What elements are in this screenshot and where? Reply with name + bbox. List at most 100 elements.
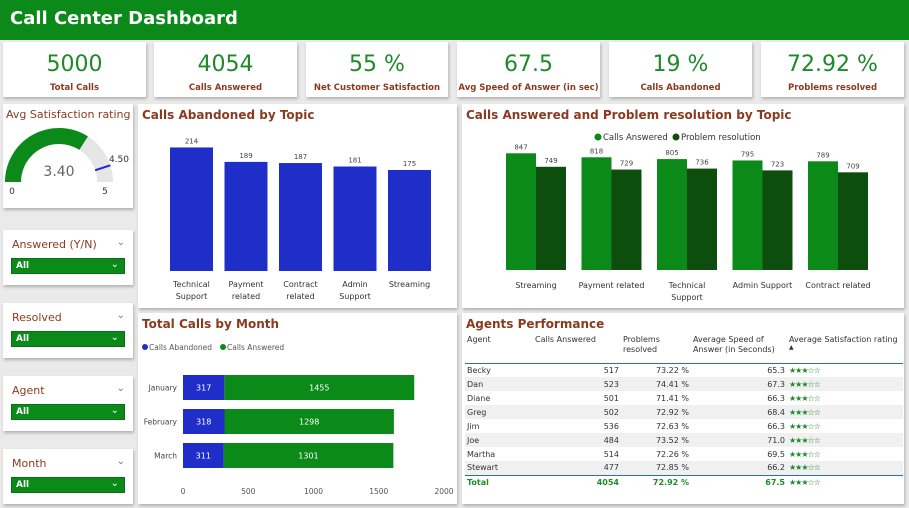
category-label: Support xyxy=(339,292,371,301)
table-row[interactable]: Stewart 477 72.85 % 66.2 ★★★☆☆ xyxy=(465,461,903,475)
agent-dropdown[interactable]: All ⌄ xyxy=(11,404,125,420)
category-label: Contract related xyxy=(805,281,870,290)
slicer-title: Resolved xyxy=(12,311,62,324)
chevron-down-icon: ⌄ xyxy=(110,332,119,343)
month-dropdown[interactable]: All ⌄ xyxy=(11,477,125,493)
slicer-title: Agent xyxy=(12,384,45,397)
column-header-speed[interactable]: Average Speed of Answer (in Seconds) xyxy=(691,335,787,363)
column-header-agent[interactable]: Agent xyxy=(465,335,533,363)
bar[interactable] xyxy=(808,161,838,270)
column-header-resolved[interactable]: Problems resolved xyxy=(621,335,691,363)
avg-speed: 68.4 xyxy=(691,405,787,419)
chevron-down-icon[interactable]: ⌄ xyxy=(117,383,125,394)
bar[interactable] xyxy=(333,166,377,271)
chevron-down-icon[interactable]: ⌄ xyxy=(117,310,125,321)
x-tick-label: 500 xyxy=(241,487,256,496)
total-resolved: 72.92 % xyxy=(621,474,691,490)
rating-stars: ★★★☆☆ xyxy=(787,447,903,461)
table-total-row: Total 4054 72.92 % 67.5 ★★★☆☆ xyxy=(465,474,903,490)
rating-stars: ★★★☆☆ xyxy=(787,363,903,377)
avg-speed: 66.2 xyxy=(691,461,787,475)
data-label: 175 xyxy=(403,160,416,168)
slicer-month: Month ⌄ All ⌄ xyxy=(3,449,133,504)
calls-answered: 501 xyxy=(603,393,619,403)
problems-resolved: 73.22 % xyxy=(655,365,689,375)
bar[interactable] xyxy=(581,157,612,270)
rating-stars: ★★★☆☆ xyxy=(787,419,903,433)
satisfaction-gauge-card: Avg Satisfaction rating 3.40 0 5 4.50 xyxy=(3,104,133,208)
kpi-value: 72.92 % xyxy=(787,52,878,77)
total-rating-stars: ★★★☆☆ xyxy=(787,474,903,490)
total-calls: 4054 xyxy=(533,474,621,490)
bar[interactable] xyxy=(536,166,566,270)
chevron-down-icon: ⌄ xyxy=(110,405,119,416)
star-rating-icon: ★★★☆☆ xyxy=(789,463,821,473)
bar[interactable] xyxy=(687,168,717,270)
category-label: Technical xyxy=(668,281,706,290)
calls-answered: 523 xyxy=(533,377,621,391)
kpi-problems-resolved: 72.92 % Problems resolved xyxy=(761,42,904,97)
x-tick-label: 2000 xyxy=(434,487,453,496)
legend-label[interactable]: Problem resolution xyxy=(681,133,761,143)
category-label: Contract xyxy=(283,280,317,289)
table-row[interactable]: Joe 484 73.52 % 71.0 ★★★☆☆ xyxy=(465,433,903,447)
data-label: 709 xyxy=(846,162,859,170)
star-rating-icon: ★★★☆☆ xyxy=(789,407,821,417)
category-label: March xyxy=(154,452,177,461)
answered-resolution-card: Calls Answered and Problem resolution by… xyxy=(462,104,904,308)
category-label: Streaming xyxy=(389,280,430,289)
bar[interactable] xyxy=(279,163,322,271)
bar[interactable] xyxy=(388,169,431,271)
data-label: 749 xyxy=(544,157,557,165)
legend-label[interactable]: Calls Abandoned xyxy=(149,343,212,352)
table-row[interactable]: Greg 502 72.92 % 68.4 ★★★☆☆ xyxy=(465,405,903,419)
category-label: related xyxy=(286,292,314,301)
problems-resolved: 71.41 % xyxy=(655,393,689,403)
kpi-total-calls: 5000 Total Calls xyxy=(3,42,146,97)
legend-label[interactable]: Calls Answered xyxy=(227,343,284,352)
legend-label[interactable]: Calls Answered xyxy=(603,133,668,143)
star-rating-icon: ★★★☆☆ xyxy=(789,421,821,431)
kpi-value: 55 % xyxy=(349,52,405,77)
problems-resolved: 72.92 % xyxy=(621,405,691,419)
problems-resolved: 74.41 % xyxy=(621,377,691,391)
table-row[interactable]: Diane 501 71.41 % 66.3 ★★★☆☆ xyxy=(465,391,903,405)
category-label: related xyxy=(232,292,260,301)
chevron-down-icon[interactable]: ⌄ xyxy=(117,456,125,467)
bar[interactable] xyxy=(657,159,687,270)
category-label: Admin Support xyxy=(733,281,793,290)
table-row[interactable]: Dan 523 74.41 % 67.3 ★★★☆☆ xyxy=(465,377,903,391)
bar[interactable] xyxy=(732,160,763,270)
bar[interactable] xyxy=(762,170,793,270)
column-header-satisfaction[interactable]: Average Satisfaction rating ▲ xyxy=(787,335,903,363)
table-row[interactable]: Becky 517 73.22 % 65.3 ★★★☆☆ xyxy=(465,363,903,377)
bar[interactable] xyxy=(838,172,868,270)
agent-name: Becky xyxy=(467,365,491,375)
bar[interactable] xyxy=(170,147,213,271)
data-label: 181 xyxy=(348,157,361,165)
data-label: 187 xyxy=(294,153,307,161)
bar[interactable] xyxy=(611,169,642,270)
kpi-value: 67.5 xyxy=(504,52,553,77)
data-label: 318 xyxy=(196,418,211,427)
kpi-avg-speed: 67.5 Avg Speed of Answer (in sec) xyxy=(457,42,600,97)
dropdown-value: All xyxy=(16,407,30,417)
star-rating-icon: ★★★☆☆ xyxy=(789,379,821,389)
resolved-dropdown[interactable]: All ⌄ xyxy=(11,331,125,347)
table-row[interactable]: Martha 514 72.26 % 69.5 ★★★☆☆ xyxy=(465,447,903,461)
data-label: 847 xyxy=(514,143,527,151)
table-row[interactable]: Jim 536 72.63 % 66.3 ★★★☆☆ xyxy=(465,419,903,433)
chevron-down-icon[interactable]: ⌄ xyxy=(117,237,125,248)
rating-stars: ★★★☆☆ xyxy=(787,461,903,475)
answered-dropdown[interactable]: All ⌄ xyxy=(11,258,125,274)
legend-marker xyxy=(594,133,602,141)
data-label: 1301 xyxy=(298,452,318,461)
data-label: 795 xyxy=(741,150,754,158)
chevron-down-icon: ⌄ xyxy=(110,259,119,270)
category-label: Payment xyxy=(228,280,263,289)
agent-name: Joe xyxy=(465,433,533,447)
data-label: 729 xyxy=(620,160,633,168)
column-header-calls[interactable]: Calls Answered xyxy=(533,335,621,363)
bar[interactable] xyxy=(224,161,268,271)
bar[interactable] xyxy=(506,153,536,270)
